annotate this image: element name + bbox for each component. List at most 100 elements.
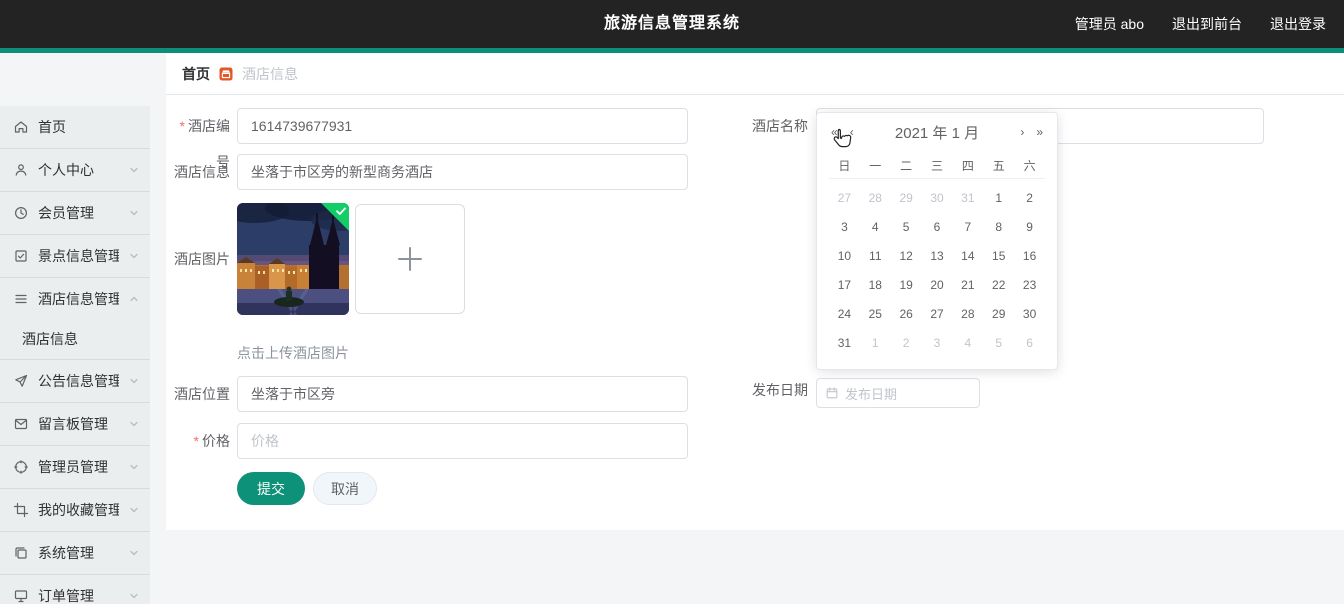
calendar-day[interactable]: 12 <box>891 241 922 270</box>
sidebar-item[interactable]: 我的收藏管理 <box>0 489 150 531</box>
sidebar-item[interactable]: 会员管理 <box>0 192 150 234</box>
calendar-day[interactable]: 21 <box>952 270 983 299</box>
hotel-id-label: * 酒店编号 <box>179 118 230 170</box>
calendar-day[interactable]: 30 <box>1014 299 1045 328</box>
price-input[interactable] <box>237 423 688 459</box>
calendar-day[interactable]: 13 <box>922 241 953 270</box>
calendar-day[interactable]: 16 <box>1014 241 1045 270</box>
calendar-day[interactable]: 14 <box>952 241 983 270</box>
calendar-day[interactable]: 23 <box>1014 270 1045 299</box>
check-icon <box>336 207 346 215</box>
calendar-day[interactable]: 20 <box>922 270 953 299</box>
sidebar-item[interactable]: 管理员管理 <box>0 446 150 488</box>
hotel-id-input[interactable] <box>237 108 688 144</box>
calendar-day[interactable]: 29 <box>891 183 922 212</box>
submit-button[interactable]: 提交 <box>237 472 305 505</box>
breadcrumb-home[interactable]: 首页 <box>182 64 210 84</box>
cancel-button[interactable]: 取消 <box>313 472 377 505</box>
calendar-day[interactable]: 9 <box>1014 212 1045 241</box>
calendar-day[interactable]: 1 <box>983 183 1014 212</box>
plus-icon <box>398 247 422 271</box>
chevron-down-icon <box>128 207 140 219</box>
calendar-day[interactable]: 1 <box>860 328 891 357</box>
calendar-day[interactable]: 31 <box>952 183 983 212</box>
uploaded-hotel-photo[interactable] <box>237 203 349 315</box>
weekday-label: 四 <box>961 159 974 173</box>
chevron-down-icon <box>128 461 140 473</box>
calendar-day[interactable]: 4 <box>860 212 891 241</box>
sidebar-item-label: 个人中心 <box>38 162 94 178</box>
calendar-day[interactable]: 30 <box>922 183 953 212</box>
header-links: 管理员 abo 退出到前台 退出登录 <box>1075 0 1326 48</box>
calendar-day[interactable]: 7 <box>952 212 983 241</box>
current-user[interactable]: 管理员 abo <box>1075 14 1144 34</box>
sidebar-subitem-label: 酒店信息 <box>22 331 78 347</box>
sidebar-item-label: 酒店信息管理 <box>38 291 119 307</box>
calendar-day[interactable]: 28 <box>860 183 891 212</box>
calendar-day[interactable]: 2 <box>891 328 922 357</box>
calendar-day[interactable]: 11 <box>860 241 891 270</box>
main-panel: 首页 酒店信息 *酒店编号 酒店信息 酒店图片 <box>166 53 1344 530</box>
calendar-day[interactable]: 28 <box>952 299 983 328</box>
calendar-day[interactable]: 6 <box>1014 328 1045 357</box>
breadcrumb: 首页 酒店信息 <box>166 53 1344 95</box>
sidebar-item[interactable]: 留言板管理 <box>0 403 150 445</box>
calendar-day[interactable]: 10 <box>829 241 860 270</box>
clipboard-icon <box>13 248 29 264</box>
date-picker-popup: « ‹ 2021 年 1 月 › » 日一二三四五六 27 28 29 30 31 1 2 3… <box>816 112 1058 370</box>
calendar-day[interactable]: 2 <box>1014 183 1045 212</box>
sidebar-item[interactable]: 首页 <box>0 106 150 148</box>
calendar-day[interactable]: 22 <box>983 270 1014 299</box>
calendar-day[interactable]: 3 <box>829 212 860 241</box>
sidebar-subitem[interactable]: 酒店信息 <box>0 320 150 359</box>
calendar-day[interactable]: 24 <box>829 299 860 328</box>
calendar-day[interactable]: 15 <box>983 241 1014 270</box>
publish-date-input[interactable]: 发布日期 <box>816 378 980 408</box>
calendar-day[interactable]: 27 <box>922 299 953 328</box>
calendar-grid: 27 28 29 30 31 1 2 3 4 5 6 7 8 9 10 11 12 13 14 15 16 17 18 19 2… <box>829 183 1045 357</box>
calendar-day[interactable]: 29 <box>983 299 1014 328</box>
sidebar-item[interactable]: 景点信息管理 <box>0 235 150 277</box>
exit-to-front-link[interactable]: 退出到前台 <box>1172 14 1242 34</box>
calendar-day[interactable]: 3 <box>922 328 953 357</box>
chevron-down-icon <box>128 164 140 176</box>
calendar-day[interactable]: 4 <box>952 328 983 357</box>
calendar-day[interactable]: 25 <box>860 299 891 328</box>
calendar-day[interactable]: 31 <box>829 328 860 357</box>
list-icon <box>13 291 29 307</box>
upload-image-button[interactable] <box>355 204 465 314</box>
logout-link[interactable]: 退出登录 <box>1270 14 1326 34</box>
calendar-day[interactable]: 27 <box>829 183 860 212</box>
sidebar-item[interactable]: 公告信息管理 <box>0 360 150 402</box>
calendar-day[interactable]: 6 <box>922 212 953 241</box>
sidebar-item[interactable]: 酒店信息管理 <box>0 278 150 320</box>
next-year-button[interactable]: » <box>1034 113 1045 151</box>
calendar-day[interactable]: 17 <box>829 270 860 299</box>
sidebar-item[interactable]: 订单管理 <box>0 575 150 604</box>
mail-icon <box>13 416 29 432</box>
clock-icon <box>13 205 29 221</box>
chevron-down-icon <box>128 504 140 516</box>
hotel-info-input[interactable] <box>237 154 688 190</box>
send-icon <box>13 373 29 389</box>
prev-year-button[interactable]: « <box>829 113 840 151</box>
calendar-day[interactable]: 5 <box>983 328 1014 357</box>
sidebar-item-label: 订单管理 <box>38 588 94 604</box>
calendar-day[interactable]: 8 <box>983 212 1014 241</box>
weekday-label: 二 <box>900 159 913 173</box>
hotel-image-label: 酒店图片 <box>174 251 230 267</box>
calendar-day[interactable]: 18 <box>860 270 891 299</box>
calendar-day[interactable]: 26 <box>891 299 922 328</box>
sidebar: 首页个人中心会员管理景点信息管理 酒店信息管理酒店信息公告信息管理 留言板管理 管理员… <box>0 53 150 604</box>
app-header: 旅游信息管理系统 管理员 abo 退出到前台 退出登录 <box>0 0 1344 48</box>
next-month-button[interactable]: › <box>1018 113 1026 151</box>
hotel-location-input[interactable] <box>237 376 688 412</box>
sidebar-item[interactable]: 个人中心 <box>0 149 150 191</box>
calendar-day[interactable]: 5 <box>891 212 922 241</box>
sidebar-item[interactable]: 系统管理 <box>0 532 150 574</box>
sidebar-item-label: 景点信息管理 <box>38 248 119 264</box>
crop-icon <box>13 502 29 518</box>
upload-hint: 点击上传酒店图片 <box>237 345 349 361</box>
calendar-day[interactable]: 19 <box>891 270 922 299</box>
prev-month-button[interactable]: ‹ <box>848 113 856 151</box>
